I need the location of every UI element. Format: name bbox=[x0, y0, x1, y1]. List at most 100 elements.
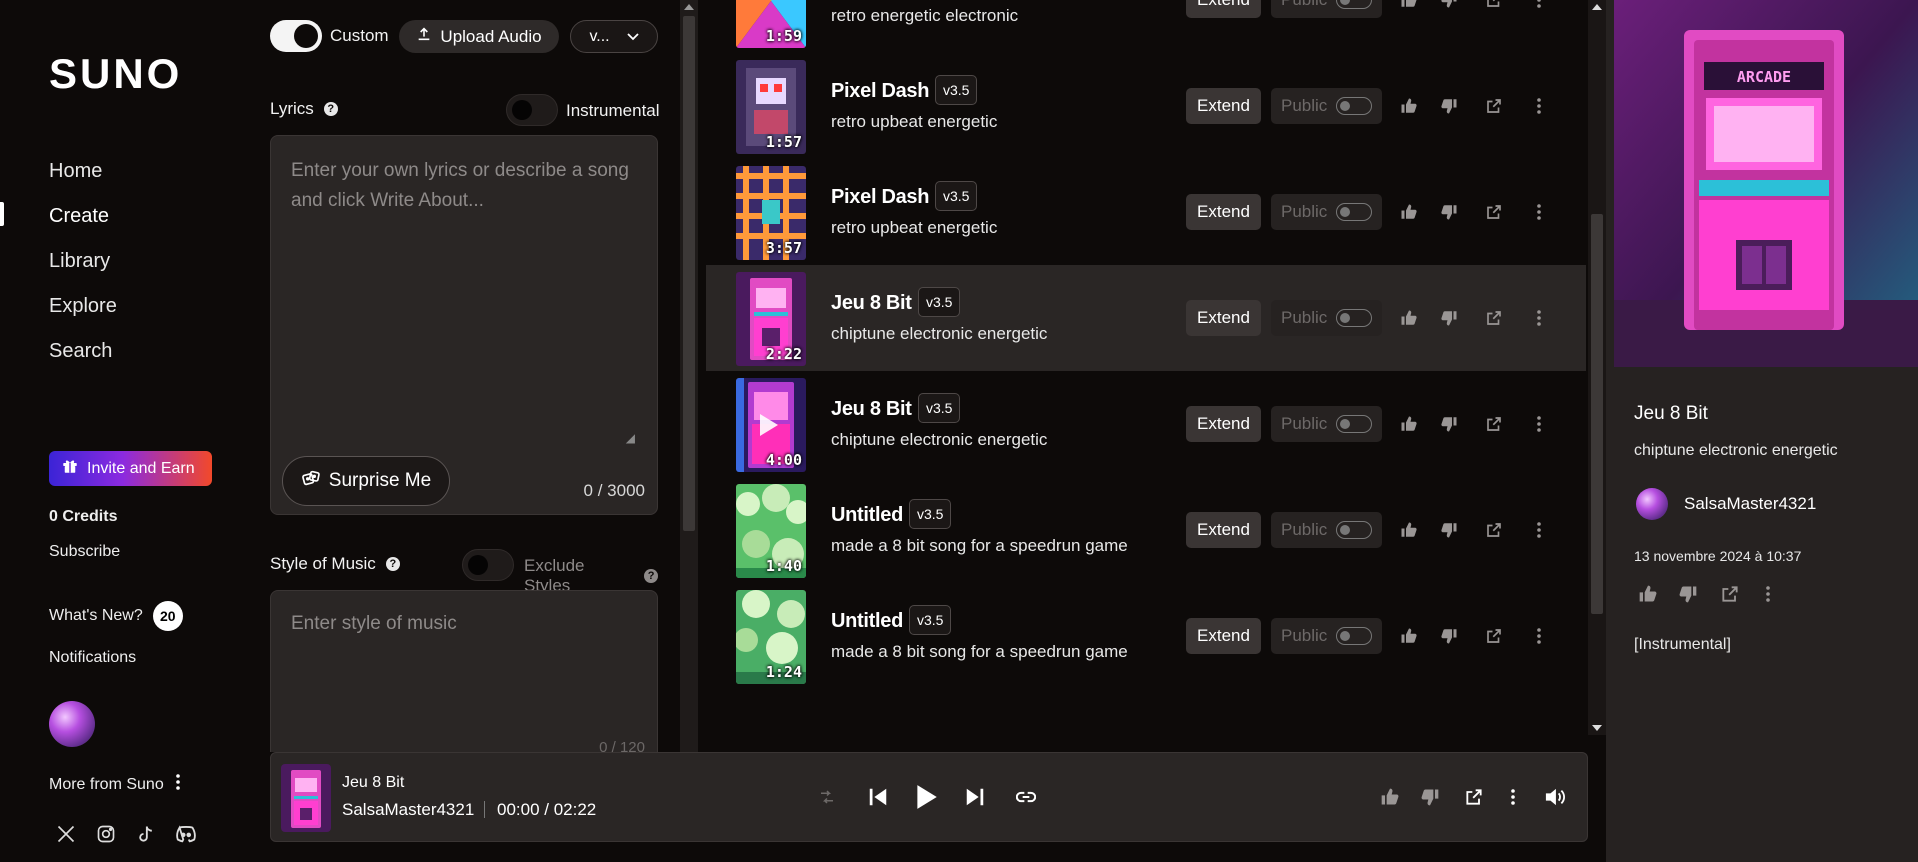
share-icon[interactable] bbox=[1463, 786, 1485, 808]
notifications-link[interactable]: Notifications bbox=[49, 649, 136, 667]
public-toggle-button[interactable]: Public bbox=[1271, 300, 1382, 336]
repeat-icon[interactable] bbox=[1015, 787, 1037, 807]
public-toggle-button[interactable]: Public bbox=[1271, 0, 1382, 18]
public-toggle-button[interactable]: Public bbox=[1271, 194, 1382, 230]
public-switch[interactable] bbox=[1336, 97, 1372, 115]
thumbs-down-icon[interactable] bbox=[1437, 94, 1461, 118]
share-icon[interactable] bbox=[1482, 306, 1506, 330]
subscribe-link[interactable]: Subscribe bbox=[49, 543, 120, 561]
shuffle-icon[interactable] bbox=[816, 786, 838, 808]
extend-button[interactable]: Extend bbox=[1186, 300, 1261, 336]
song-title[interactable]: Pixel Dash bbox=[831, 186, 929, 209]
song-cover-art[interactable]: 1:57 bbox=[736, 60, 806, 154]
thumbs-down-icon[interactable] bbox=[1419, 786, 1441, 808]
more-from-suno-button[interactable]: More from Suno bbox=[49, 774, 180, 795]
nav-library[interactable]: Library bbox=[49, 250, 110, 273]
thumbs-down-icon[interactable] bbox=[1437, 624, 1461, 648]
player-cover-art[interactable] bbox=[281, 764, 331, 832]
song-row[interactable]: 1:59Pixel Chasev3.5retro energetic elect… bbox=[706, 0, 1586, 53]
song-row[interactable]: 4:00 Jeu 8 Bit v3.5 chiptune electronic ene… bbox=[706, 371, 1586, 477]
nav-search[interactable]: Search bbox=[49, 340, 112, 363]
song-cover-art[interactable]: 1:24 bbox=[736, 590, 806, 684]
model-version-select[interactable]: v... bbox=[570, 20, 658, 53]
whats-new-link[interactable]: What's New? 20 bbox=[49, 601, 183, 631]
thumbs-down-icon[interactable] bbox=[1437, 306, 1461, 330]
thumbs-up-icon[interactable] bbox=[1379, 786, 1401, 808]
share-icon[interactable] bbox=[1482, 518, 1506, 542]
share-icon[interactable] bbox=[1482, 94, 1506, 118]
share-icon[interactable] bbox=[1482, 0, 1506, 12]
song-tags[interactable]: chiptune electronic energetic bbox=[831, 430, 1047, 450]
public-switch[interactable] bbox=[1336, 0, 1372, 9]
public-toggle-button[interactable]: Public bbox=[1271, 618, 1382, 654]
more-options-icon[interactable] bbox=[1527, 624, 1551, 648]
song-title[interactable]: Jeu 8 Bit bbox=[831, 398, 912, 421]
nav-home[interactable]: Home bbox=[49, 160, 102, 183]
more-options-icon[interactable] bbox=[1527, 518, 1551, 542]
tiktok-icon[interactable] bbox=[134, 822, 158, 846]
song-row[interactable]: 3:57 Pixel Dash v3.5 retro upbeat energetic… bbox=[706, 159, 1586, 265]
song-row[interactable]: 1:40 Untitled v3.5 made a 8 bit song for a … bbox=[706, 477, 1586, 583]
more-options-icon[interactable] bbox=[1527, 0, 1551, 12]
surprise-me-button[interactable]: Surprise Me bbox=[282, 456, 450, 506]
invite-and-earn-button[interactable]: Invite and Earn bbox=[49, 451, 212, 486]
song-list-scrollbar[interactable] bbox=[1588, 0, 1606, 735]
song-row[interactable]: 2:22 Jeu 8 Bit v3.5 chiptune electronic ene… bbox=[706, 265, 1586, 371]
create-panel-scrollbar[interactable] bbox=[680, 0, 698, 752]
more-options-icon[interactable] bbox=[1527, 412, 1551, 436]
play-icon[interactable] bbox=[760, 414, 778, 436]
thumbs-down-icon[interactable] bbox=[1437, 0, 1461, 12]
thumbs-up-icon[interactable] bbox=[1397, 412, 1421, 436]
thumbs-up-icon[interactable] bbox=[1636, 582, 1660, 606]
thumbs-up-icon[interactable] bbox=[1397, 306, 1421, 330]
extend-button[interactable]: Extend bbox=[1186, 88, 1261, 124]
nav-explore[interactable]: Explore bbox=[49, 295, 117, 318]
help-icon[interactable]: ? bbox=[385, 557, 400, 571]
thumbs-up-icon[interactable] bbox=[1397, 94, 1421, 118]
share-icon[interactable] bbox=[1718, 582, 1742, 606]
song-tags[interactable]: retro upbeat energetic bbox=[831, 218, 997, 238]
song-cover-art[interactable]: 1:40 bbox=[736, 484, 806, 578]
more-options-icon[interactable] bbox=[1527, 306, 1551, 330]
share-icon[interactable] bbox=[1482, 200, 1506, 224]
song-tags[interactable]: made a 8 bit song for a speedrun game bbox=[831, 536, 1128, 556]
player-song-title[interactable]: Jeu 8 Bit bbox=[342, 774, 404, 792]
song-cover-art[interactable]: 4:00 bbox=[736, 378, 806, 472]
previous-track-icon[interactable] bbox=[865, 784, 891, 810]
song-tags[interactable]: retro energetic electronic bbox=[831, 6, 1018, 26]
thumbs-down-icon[interactable] bbox=[1437, 518, 1461, 542]
more-options-icon[interactable] bbox=[1507, 786, 1519, 808]
more-options-icon[interactable] bbox=[1756, 582, 1780, 606]
nav-create[interactable]: Create bbox=[49, 205, 109, 228]
song-title[interactable]: Jeu 8 Bit bbox=[831, 292, 912, 315]
song-row[interactable]: 1:24 Untitled v3.5 made a 8 bit song for a … bbox=[706, 583, 1586, 689]
thumbs-up-icon[interactable] bbox=[1397, 200, 1421, 224]
public-toggle-button[interactable]: Public bbox=[1271, 512, 1382, 548]
player-author-name[interactable]: SalsaMaster4321 bbox=[342, 800, 474, 820]
extend-button[interactable]: Extend bbox=[1186, 194, 1261, 230]
suno-logo[interactable]: SUNO bbox=[49, 50, 182, 98]
detail-author-avatar[interactable] bbox=[1636, 488, 1668, 520]
lyrics-input[interactable] bbox=[291, 156, 636, 436]
thumbs-up-icon[interactable] bbox=[1397, 518, 1421, 542]
next-track-icon[interactable] bbox=[962, 784, 988, 810]
detail-song-tags[interactable]: chiptune electronic energetic bbox=[1634, 442, 1838, 460]
song-cover-art[interactable]: 2:22 bbox=[736, 272, 806, 366]
help-icon[interactable]: ? bbox=[644, 569, 658, 583]
song-title[interactable]: Pixel Dash bbox=[831, 80, 929, 103]
song-cover-art[interactable]: 3:57 bbox=[736, 166, 806, 260]
resize-grip-icon[interactable]: ◢ bbox=[626, 431, 635, 445]
custom-mode-toggle[interactable] bbox=[270, 20, 322, 52]
extend-button[interactable]: Extend bbox=[1186, 618, 1261, 654]
song-title[interactable]: Untitled bbox=[831, 504, 903, 527]
public-switch[interactable] bbox=[1336, 203, 1372, 221]
discord-icon[interactable] bbox=[174, 822, 198, 846]
more-options-icon[interactable] bbox=[1527, 94, 1551, 118]
x-icon[interactable] bbox=[54, 822, 78, 846]
share-icon[interactable] bbox=[1482, 624, 1506, 648]
share-icon[interactable] bbox=[1482, 412, 1506, 436]
public-toggle-button[interactable]: Public bbox=[1271, 406, 1382, 442]
extend-button[interactable]: Extend bbox=[1186, 406, 1261, 442]
thumbs-down-icon[interactable] bbox=[1437, 412, 1461, 436]
style-input[interactable] bbox=[291, 613, 636, 693]
